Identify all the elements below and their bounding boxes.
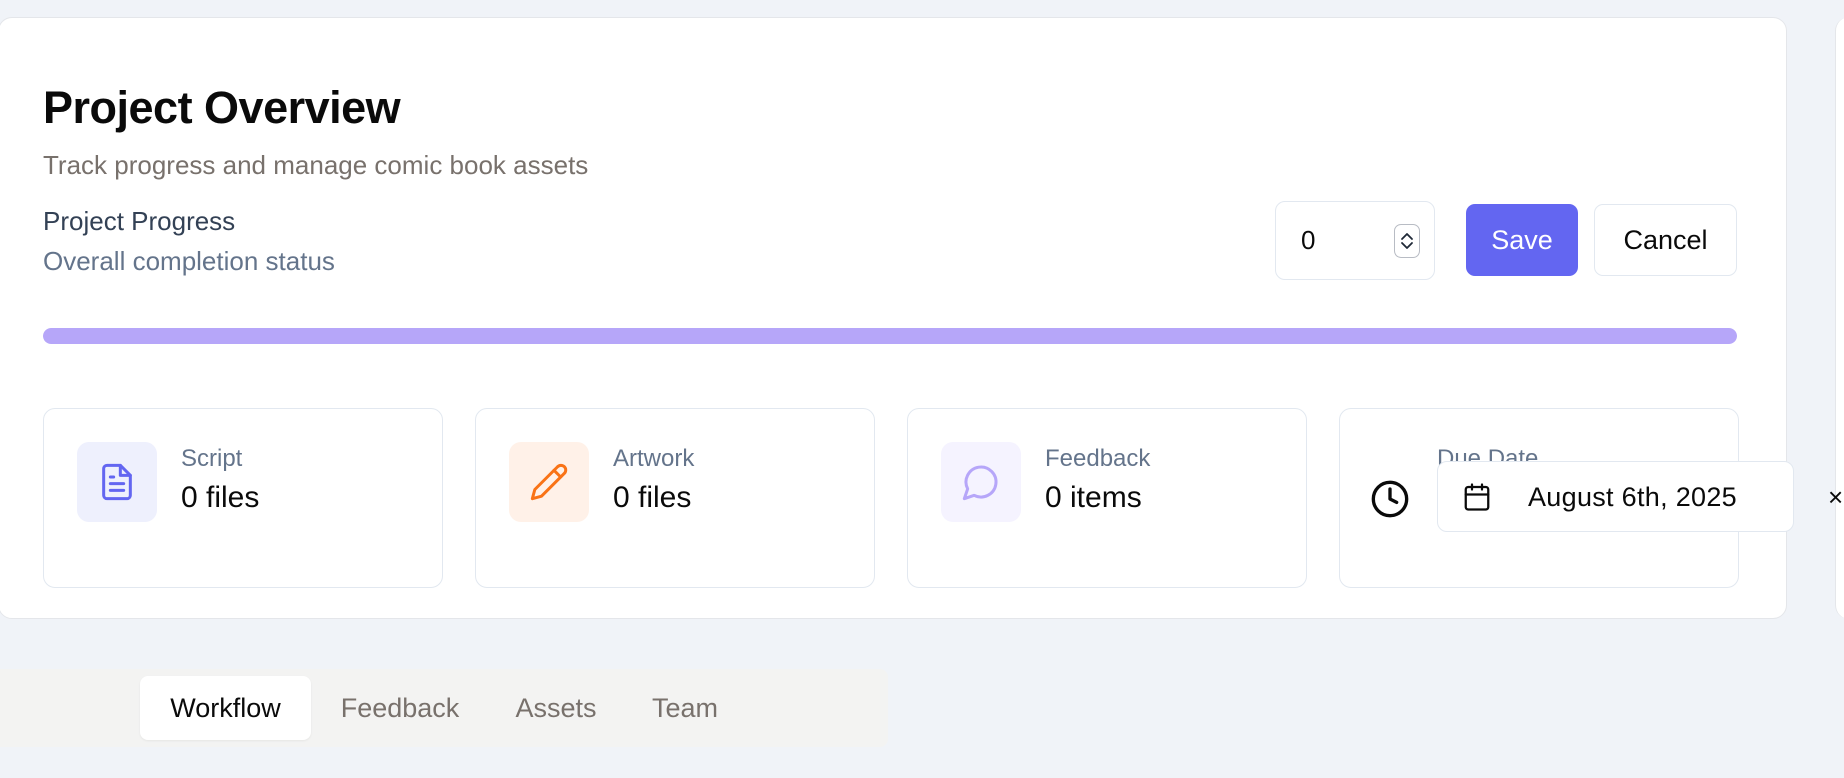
pencil-icon [509,442,589,522]
progress-stepper[interactable]: 0 [1275,201,1435,280]
due-date-value[interactable]: August 6th, 2025 [1528,482,1737,513]
due-date-picker[interactable]: August 6th, 2025 [1437,461,1794,532]
stat-card-artwork: Artwork 0 files [475,408,875,588]
clock-icon [1371,480,1409,518]
cancel-button[interactable]: Cancel [1594,204,1737,276]
progress-description: Overall completion status [43,246,335,276]
stat-label: Artwork [613,445,695,472]
stepper-arrows[interactable] [1394,224,1420,258]
tab-workflow[interactable]: Workflow [140,676,311,740]
save-button[interactable]: Save [1466,204,1578,276]
tab-feedback[interactable]: Feedback [316,676,484,740]
close-icon[interactable]: × [1828,482,1843,513]
tab-assets[interactable]: Assets [490,676,622,740]
stat-value: 0 files [613,481,692,514]
progress-title: Project Progress [43,206,236,236]
chevron-down-icon[interactable] [1400,241,1414,250]
stat-value: 0 items [1045,481,1142,514]
stat-card-feedback: Feedback 0 items [907,408,1307,588]
file-text-icon [77,442,157,522]
progress-bar-fill [43,328,1737,344]
stat-label: Feedback [1045,445,1151,472]
chevron-up-icon[interactable] [1400,232,1414,241]
progress-bar [43,328,1737,344]
message-circle-icon [941,442,1021,522]
calendar-icon [1464,483,1490,511]
progress-stepper-value[interactable]: 0 [1301,225,1315,256]
page-title: Project Overview [43,82,401,133]
tab-bar: Workflow Feedback Assets Team [0,669,888,747]
tab-team[interactable]: Team [630,676,740,740]
page-subtitle: Track progress and manage comic book ass… [43,150,589,180]
stat-value: 0 files [181,481,260,514]
stat-label: Script [181,445,243,472]
adjacent-panel [1835,17,1844,619]
stat-card-script: Script 0 files [43,408,443,588]
